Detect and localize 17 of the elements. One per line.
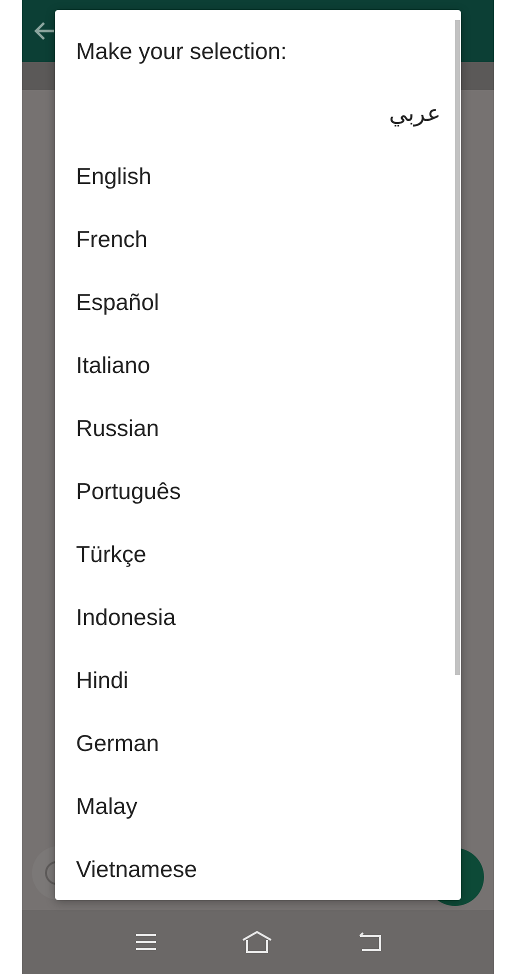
home-icon[interactable]: [240, 930, 273, 954]
language-option[interactable]: Türkçe: [55, 523, 461, 586]
language-option[interactable]: Indonesia: [55, 586, 461, 649]
language-option[interactable]: Malay: [55, 775, 461, 838]
language-option[interactable]: French: [55, 208, 461, 271]
language-option[interactable]: Italiano: [55, 334, 461, 397]
menu-icon[interactable]: [134, 932, 158, 952]
language-option[interactable]: Hindi: [55, 649, 461, 712]
language-option[interactable]: Russian: [55, 397, 461, 460]
language-option[interactable]: عربي: [55, 82, 461, 145]
language-option[interactable]: Português: [55, 460, 461, 523]
language-option[interactable]: German: [55, 712, 461, 775]
language-option[interactable]: Vietnamese: [55, 838, 461, 900]
language-option[interactable]: English: [55, 145, 461, 208]
language-option[interactable]: Español: [55, 271, 461, 334]
scrollbar[interactable]: [455, 20, 460, 675]
dialog-title: Make your selection:: [76, 38, 288, 66]
